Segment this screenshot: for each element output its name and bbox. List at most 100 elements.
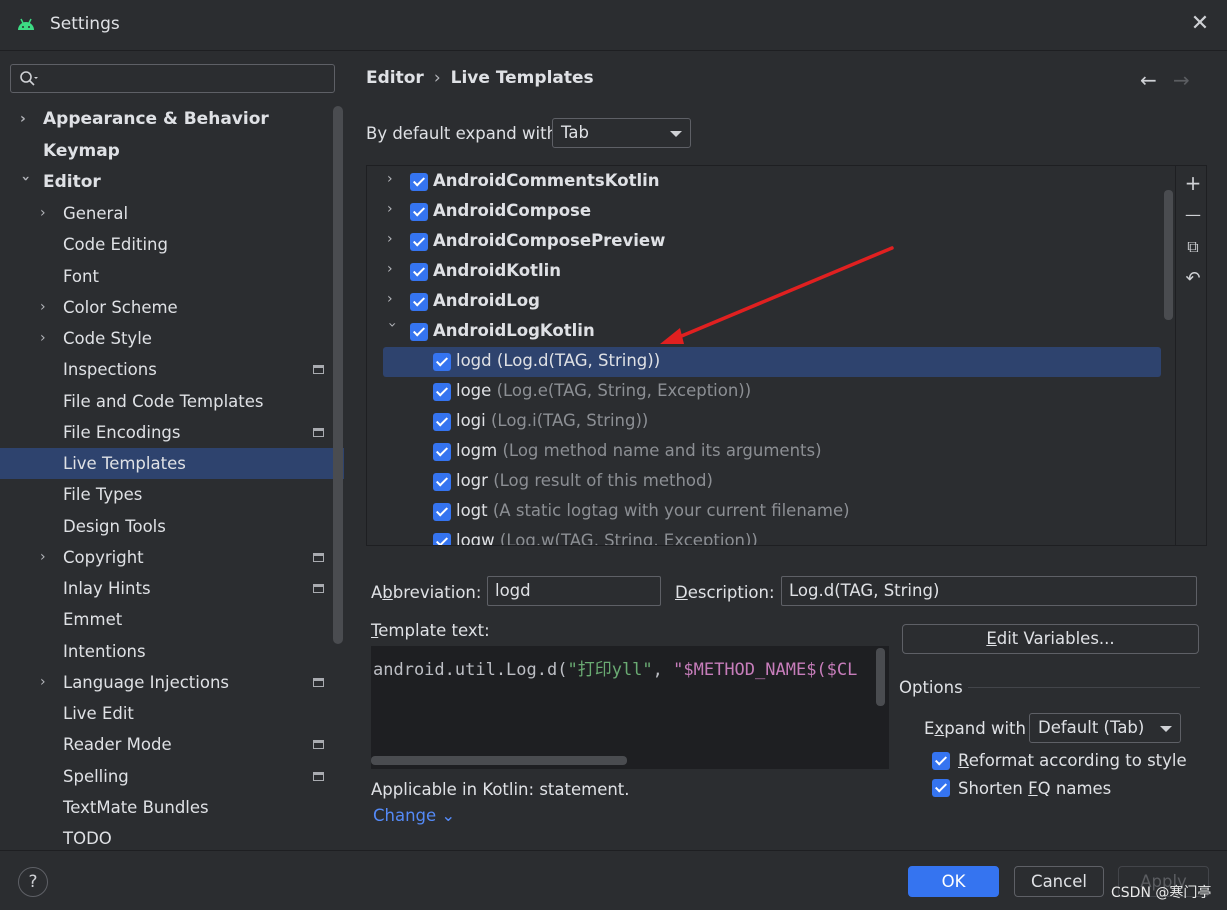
template-group-checkbox[interactable] [410, 203, 428, 221]
sidebar-item-file-types[interactable]: File Types [0, 479, 344, 510]
chevron-right-icon[interactable]: › [387, 231, 401, 247]
sidebar-item-inlay-hints[interactable]: Inlay Hints [0, 573, 344, 604]
chevron-down-icon[interactable]: › [384, 322, 400, 336]
sidebar-item-editor[interactable]: › Editor [0, 167, 344, 198]
sidebar-item-file-code-templates[interactable]: File and Code Templates [0, 386, 344, 417]
template-group-name: AndroidKotlin [433, 261, 562, 280]
template-text-editor[interactable]: android.util.Log.d("打印yll", "$METHOD_NAM… [371, 646, 889, 769]
sidebar-item-copyright[interactable]: › Copyright [0, 542, 344, 573]
sidebar-scrollbar[interactable] [333, 106, 343, 644]
abbreviation-field[interactable]: logd [487, 576, 661, 606]
sidebar-item-reader-mode[interactable]: Reader Mode [0, 729, 344, 760]
sidebar-item-label: Language Injections [63, 673, 230, 692]
sidebar-item-code-editing[interactable]: Code Editing [0, 229, 344, 260]
editor-vertical-scrollbar[interactable] [876, 648, 885, 706]
template-item-row[interactable]: logr (Log result of this method) [367, 467, 1175, 497]
template-group-row[interactable]: › AndroidCommentsKotlin [367, 167, 1175, 197]
chevron-right-icon[interactable]: › [387, 261, 401, 277]
sidebar-item-language-injections[interactable]: › Language Injections [0, 667, 344, 698]
abbreviation-label: Abbreviation: [371, 583, 482, 602]
template-code: android.util.Log.d("打印yll", "$METHOD_NAM… [373, 660, 858, 680]
shorten-fq-checkbox[interactable] [932, 779, 950, 797]
sidebar-item-inspections[interactable]: Inspections [0, 354, 344, 385]
breadcrumb-editor[interactable]: Editor [366, 68, 424, 88]
expand-with-select[interactable]: Default (Tab) [1029, 713, 1181, 743]
description-label: Description: [675, 583, 775, 602]
title-bar: Settings ✕ [0, 0, 1227, 51]
chevron-right-icon[interactable]: › [20, 104, 34, 135]
sidebar-item-label: Intentions [63, 642, 146, 661]
ok-button[interactable]: OK [908, 866, 999, 897]
project-level-icon [313, 428, 324, 437]
sidebar-item-label: Design Tools [63, 517, 166, 536]
close-icon[interactable]: ✕ [1188, 12, 1212, 36]
shorten-fq-label[interactable]: Shorten FQ names [958, 779, 1111, 798]
templates-scrollbar[interactable] [1164, 190, 1173, 320]
sidebar-item-appearance-behavior[interactable]: › Appearance & Behavior [0, 104, 344, 135]
remove-icon[interactable]: — [1182, 204, 1204, 226]
sidebar-item-label: Emmet [63, 610, 123, 629]
template-item-checkbox[interactable] [433, 413, 451, 431]
template-group-checkbox[interactable] [410, 173, 428, 191]
copy-icon[interactable]: ⧉ [1182, 236, 1204, 258]
sidebar-item-textmate-bundles[interactable]: TextMate Bundles [0, 792, 344, 823]
help-icon[interactable]: ? [18, 867, 48, 897]
restore-icon[interactable]: ↶ [1182, 268, 1204, 290]
sidebar-item-label: Keymap [43, 141, 120, 161]
forward-arrow-icon[interactable]: → [1173, 68, 1190, 92]
template-item-row[interactable]: logt (A static logtag with your current … [367, 497, 1175, 527]
chevron-right-icon[interactable]: › [40, 292, 54, 323]
description-field[interactable]: Log.d(TAG, String) [781, 576, 1197, 606]
template-item-checkbox[interactable] [433, 533, 451, 545]
sidebar-item-emmet[interactable]: Emmet [0, 604, 344, 635]
sidebar-item-label: Code Editing [63, 235, 168, 254]
template-item-row[interactable]: logi (Log.i(TAG, String)) [367, 407, 1175, 437]
back-arrow-icon[interactable]: ← [1140, 68, 1157, 92]
toolbar-divider [1175, 166, 1176, 545]
settings-search-input[interactable] [10, 64, 335, 93]
chevron-down-icon[interactable]: › [10, 176, 41, 190]
template-item-row[interactable]: logm (Log method name and its arguments) [367, 437, 1175, 467]
sidebar-item-general[interactable]: › General [0, 198, 344, 229]
chevron-right-icon[interactable]: › [387, 201, 401, 217]
chevron-right-icon[interactable]: › [40, 667, 54, 698]
sidebar-item-keymap[interactable]: Keymap [0, 136, 344, 167]
template-item-checkbox[interactable] [433, 353, 451, 371]
change-context-link[interactable]: Change ⌄ [373, 806, 455, 825]
template-item-checkbox[interactable] [433, 443, 451, 461]
template-group-row[interactable]: › AndroidCompose [367, 197, 1175, 227]
sidebar-item-intentions[interactable]: Intentions [0, 636, 344, 667]
sidebar-item-color-scheme[interactable]: › Color Scheme [0, 292, 344, 323]
chevron-right-icon[interactable]: › [40, 542, 54, 573]
template-group-name: AndroidLog [433, 291, 540, 310]
template-group-checkbox[interactable] [410, 233, 428, 251]
reformat-label[interactable]: Reformat according to style [958, 751, 1187, 770]
template-group-checkbox[interactable] [410, 263, 428, 281]
sidebar-item-font[interactable]: Font [0, 261, 344, 292]
cancel-button[interactable]: Cancel [1014, 866, 1104, 897]
sidebar-item-code-style[interactable]: › Code Style [0, 323, 344, 354]
template-item-checkbox[interactable] [433, 383, 451, 401]
template-group-checkbox[interactable] [410, 323, 428, 341]
chevron-right-icon[interactable]: › [387, 291, 401, 307]
reformat-checkbox[interactable] [932, 752, 950, 770]
sidebar-item-live-templates[interactable]: Live Templates [0, 448, 344, 479]
edit-variables-button[interactable]: Edit Variables... [902, 624, 1199, 654]
sidebar-item-live-edit[interactable]: Live Edit [0, 698, 344, 729]
chevron-right-icon[interactable]: › [40, 323, 54, 354]
sidebar-item-design-tools[interactable]: Design Tools [0, 511, 344, 542]
sidebar-item-file-encodings[interactable]: File Encodings [0, 417, 344, 448]
sidebar-item-spelling[interactable]: Spelling [0, 761, 344, 792]
add-icon[interactable]: + [1182, 172, 1204, 194]
template-item-row[interactable]: logw (Log.w(TAG, String, Exception)) [367, 527, 1175, 545]
options-title: Options [899, 678, 963, 697]
template-item-checkbox[interactable] [433, 473, 451, 491]
template-group-checkbox[interactable] [410, 293, 428, 311]
template-item-row[interactable]: loge (Log.e(TAG, String, Exception)) [367, 377, 1175, 407]
chevron-right-icon[interactable]: › [40, 198, 54, 229]
template-item-checkbox[interactable] [433, 503, 451, 521]
template-text-label: Template text: [371, 621, 490, 640]
editor-horizontal-scrollbar[interactable] [371, 756, 627, 765]
default-expand-select[interactable]: Tab [552, 118, 691, 148]
chevron-right-icon[interactable]: › [387, 171, 401, 187]
